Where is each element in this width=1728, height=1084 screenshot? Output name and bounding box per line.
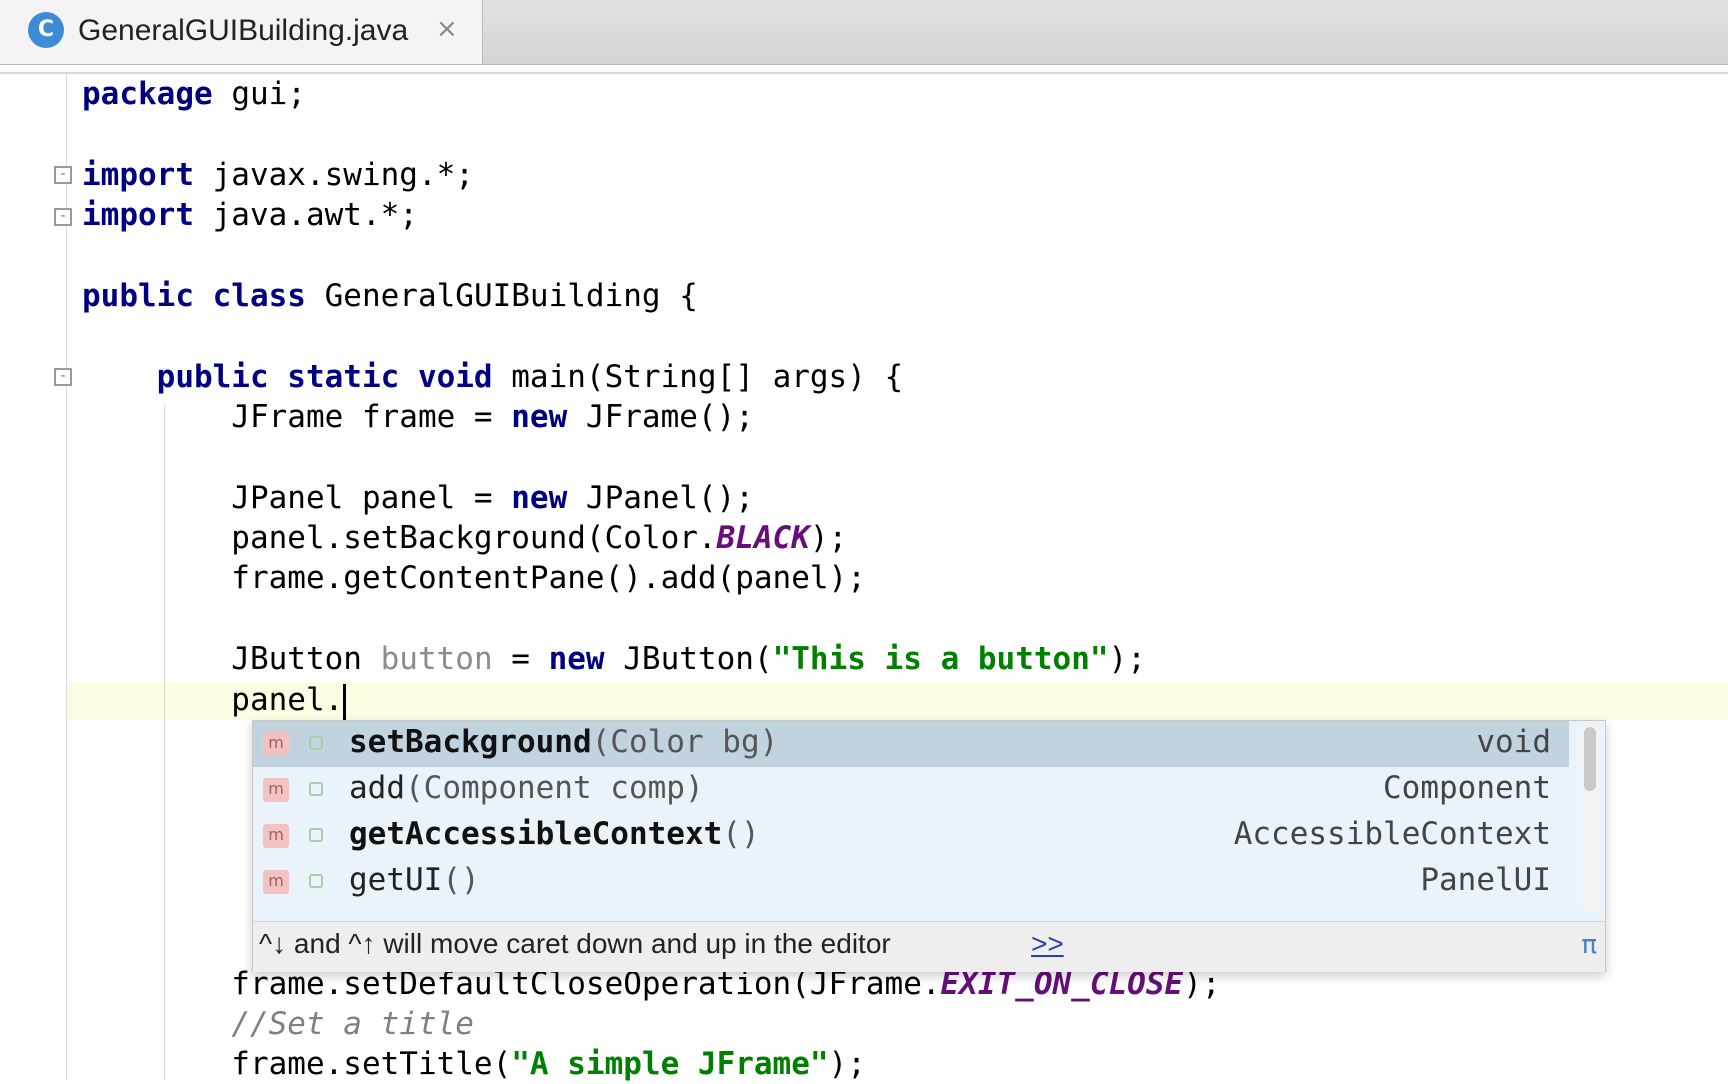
completion-name: add(Component comp) <box>349 770 704 806</box>
code-line[interactable]: JButton button = new JButton("This is a … <box>82 639 1146 679</box>
method-icon: m <box>263 732 289 756</box>
completion-name: getAccessibleContext() <box>349 816 760 852</box>
code-line[interactable]: public class GeneralGUIBuilding { <box>82 276 698 316</box>
hint-more-link[interactable]: >> <box>1031 928 1064 960</box>
completion-return-type: AccessibleContext <box>1233 816 1551 852</box>
tab-label: GeneralGUIBuilding.java <box>78 14 409 47</box>
text-cursor <box>343 683 347 720</box>
code-line[interactable]: //Set a title <box>82 1004 474 1044</box>
fold-minus-icon[interactable]: - <box>54 368 72 386</box>
completion-return-type: void <box>1476 724 1551 760</box>
completion-item[interactable]: m getUI() PanelUI <box>253 859 1569 905</box>
code-line[interactable]: JPanel panel = new JPanel(); <box>82 478 754 518</box>
tab-general-gui-building[interactable]: C GeneralGUIBuilding.java × <box>0 0 483 64</box>
code-line[interactable]: JFrame frame = new JFrame(); <box>82 397 754 437</box>
code-line[interactable]: frame.getContentPane().add(panel); <box>82 558 866 598</box>
popup-scrollbar[interactable] <box>1581 725 1599 909</box>
code-line[interactable]: public static void main(String[] args) { <box>82 357 904 397</box>
editor-tab-bar: C GeneralGUIBuilding.java × <box>0 0 1728 65</box>
completion-return-type: PanelUI <box>1420 862 1551 898</box>
public-icon <box>309 874 323 888</box>
code-line[interactable]: import java.awt.*; <box>82 195 418 235</box>
method-icon: m <box>263 870 289 894</box>
scrollbar-thumb[interactable] <box>1584 727 1596 791</box>
code-line[interactable]: package gui; <box>82 74 306 114</box>
caret-hint-text: ^↓ and ^↑ will move caret down and up in… <box>259 928 891 959</box>
method-icon: m <box>263 824 289 848</box>
completion-item[interactable]: m getAccessibleContext() AccessibleConte… <box>253 813 1569 859</box>
completion-name: setBackground(Color bg) <box>349 724 779 760</box>
popup-footer: ^↓ and ^↑ will move caret down and up in… <box>253 921 1605 972</box>
fold-end-icon[interactable]: - <box>54 208 72 226</box>
completion-return-type: Component <box>1383 770 1551 806</box>
public-icon <box>309 782 323 796</box>
code-line[interactable]: frame.setTitle("A simple JFrame"); <box>82 1044 866 1084</box>
public-icon <box>309 736 323 750</box>
fold-minus-icon[interactable]: - <box>54 166 72 184</box>
java-class-icon: C <box>28 12 64 48</box>
completion-item[interactable]: m add(Component comp) Component <box>253 767 1569 813</box>
completion-name: getUI() <box>349 862 480 898</box>
code-line-current[interactable]: panel. <box>82 680 347 720</box>
code-line[interactable]: panel.setBackground(Color.BLACK); <box>82 518 847 558</box>
close-icon[interactable]: × <box>436 14 458 44</box>
completion-item[interactable]: m setBackground(Color bg) void <box>253 721 1569 767</box>
code-line[interactable]: import javax.swing.*; <box>82 155 474 195</box>
method-icon: m <box>263 778 289 802</box>
public-icon <box>309 828 323 842</box>
code-completion-popup: m setBackground(Color bg) void m add(Com… <box>252 720 1606 972</box>
pi-icon[interactable]: π <box>1581 930 1597 960</box>
